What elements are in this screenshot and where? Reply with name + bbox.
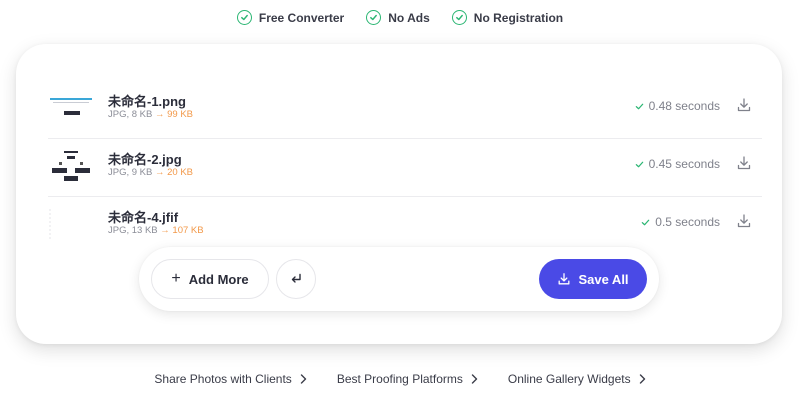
- file-meta: JPG, 9 KB → 20 KB: [108, 167, 193, 178]
- return-button[interactable]: [276, 259, 316, 299]
- add-more-label: Add More: [188, 271, 249, 287]
- footer-link-label: Online Gallery Widgets: [507, 372, 631, 386]
- feature-no-registration: No Registration: [451, 10, 564, 25]
- save-all-button[interactable]: Save All: [539, 259, 647, 299]
- feature-no-ads: No Ads: [366, 10, 430, 25]
- file-row: 未命名-2.jpg JPG, 9 KB → 20 KB 0.45 seconds: [48, 139, 762, 197]
- size-arrow: →: [160, 225, 170, 236]
- file-name: 未命名-2.jpg: [108, 152, 182, 167]
- feature-label: Free Converter: [258, 10, 345, 25]
- check-circle-icon: [236, 10, 252, 25]
- check-icon: [635, 103, 643, 109]
- footer-link-label: Best Proofing Platforms: [336, 372, 463, 386]
- size-arrow: →: [155, 167, 165, 178]
- file-row: 未命名-1.png JPG, 8 KB → 99 KB 0.48 seconds: [48, 81, 762, 139]
- download-icon: [558, 273, 570, 285]
- file-name: 未命名-4.jfif: [108, 210, 179, 225]
- feature-label: No Registration: [473, 10, 564, 25]
- chevron-right-icon: [300, 374, 307, 384]
- time-label: 0.45 seconds: [648, 157, 720, 171]
- file-meta: JPG, 13 KB → 107 KB: [108, 225, 204, 236]
- feature-free-converter: Free Converter: [236, 10, 345, 25]
- check-circle-icon: [366, 10, 382, 25]
- size-arrow: →: [155, 109, 165, 120]
- conversion-time: 0.48 seconds: [635, 99, 720, 113]
- plus-icon: +: [171, 270, 181, 287]
- file-meta: JPG, 8 KB → 99 KB: [108, 109, 193, 120]
- return-arrow-icon: [291, 273, 301, 283]
- download-icon[interactable]: [736, 97, 752, 113]
- time-label: 0.5 seconds: [655, 215, 720, 229]
- action-bar: + Add More Save All: [139, 247, 659, 311]
- file-thumbnail: [48, 147, 94, 185]
- footer-link-gallery-widgets[interactable]: Online Gallery Widgets: [508, 372, 646, 386]
- footer-link-share-photos[interactable]: Share Photos with Clients: [154, 372, 307, 386]
- footer-link-proofing-platforms[interactable]: Best Proofing Platforms: [337, 372, 478, 386]
- file-thumbnail: [48, 205, 94, 243]
- time-label: 0.48 seconds: [648, 99, 720, 113]
- feature-list: Free Converter No Ads No Registration: [0, 10, 800, 25]
- save-all-label: Save All: [578, 271, 629, 287]
- check-circle-icon: [451, 10, 467, 25]
- original-format-size: JPG, 9 KB: [108, 167, 153, 178]
- chevron-right-icon: [471, 374, 478, 384]
- conversion-time: 0.5 seconds: [641, 215, 720, 229]
- converted-size: 20 KB: [167, 167, 194, 178]
- feature-label: No Ads: [388, 10, 430, 25]
- file-name: 未命名-1.png: [108, 94, 186, 109]
- conversion-time: 0.45 seconds: [635, 157, 720, 171]
- download-icon[interactable]: [736, 213, 752, 229]
- check-icon: [642, 219, 650, 225]
- add-more-button[interactable]: + Add More: [151, 259, 269, 299]
- chevron-right-icon: [639, 374, 645, 384]
- footer-link-label: Share Photos with Clients: [154, 372, 292, 386]
- download-icon[interactable]: [736, 155, 752, 171]
- file-thumbnail: [48, 89, 94, 127]
- footer-links: Share Photos with Clients Best Proofing …: [0, 372, 800, 386]
- original-format-size: JPG, 13 KB: [108, 225, 158, 236]
- check-icon: [635, 161, 643, 167]
- converted-size: 99 KB: [167, 109, 194, 120]
- original-format-size: JPG, 8 KB: [108, 109, 153, 120]
- converted-size: 107 KB: [172, 225, 204, 236]
